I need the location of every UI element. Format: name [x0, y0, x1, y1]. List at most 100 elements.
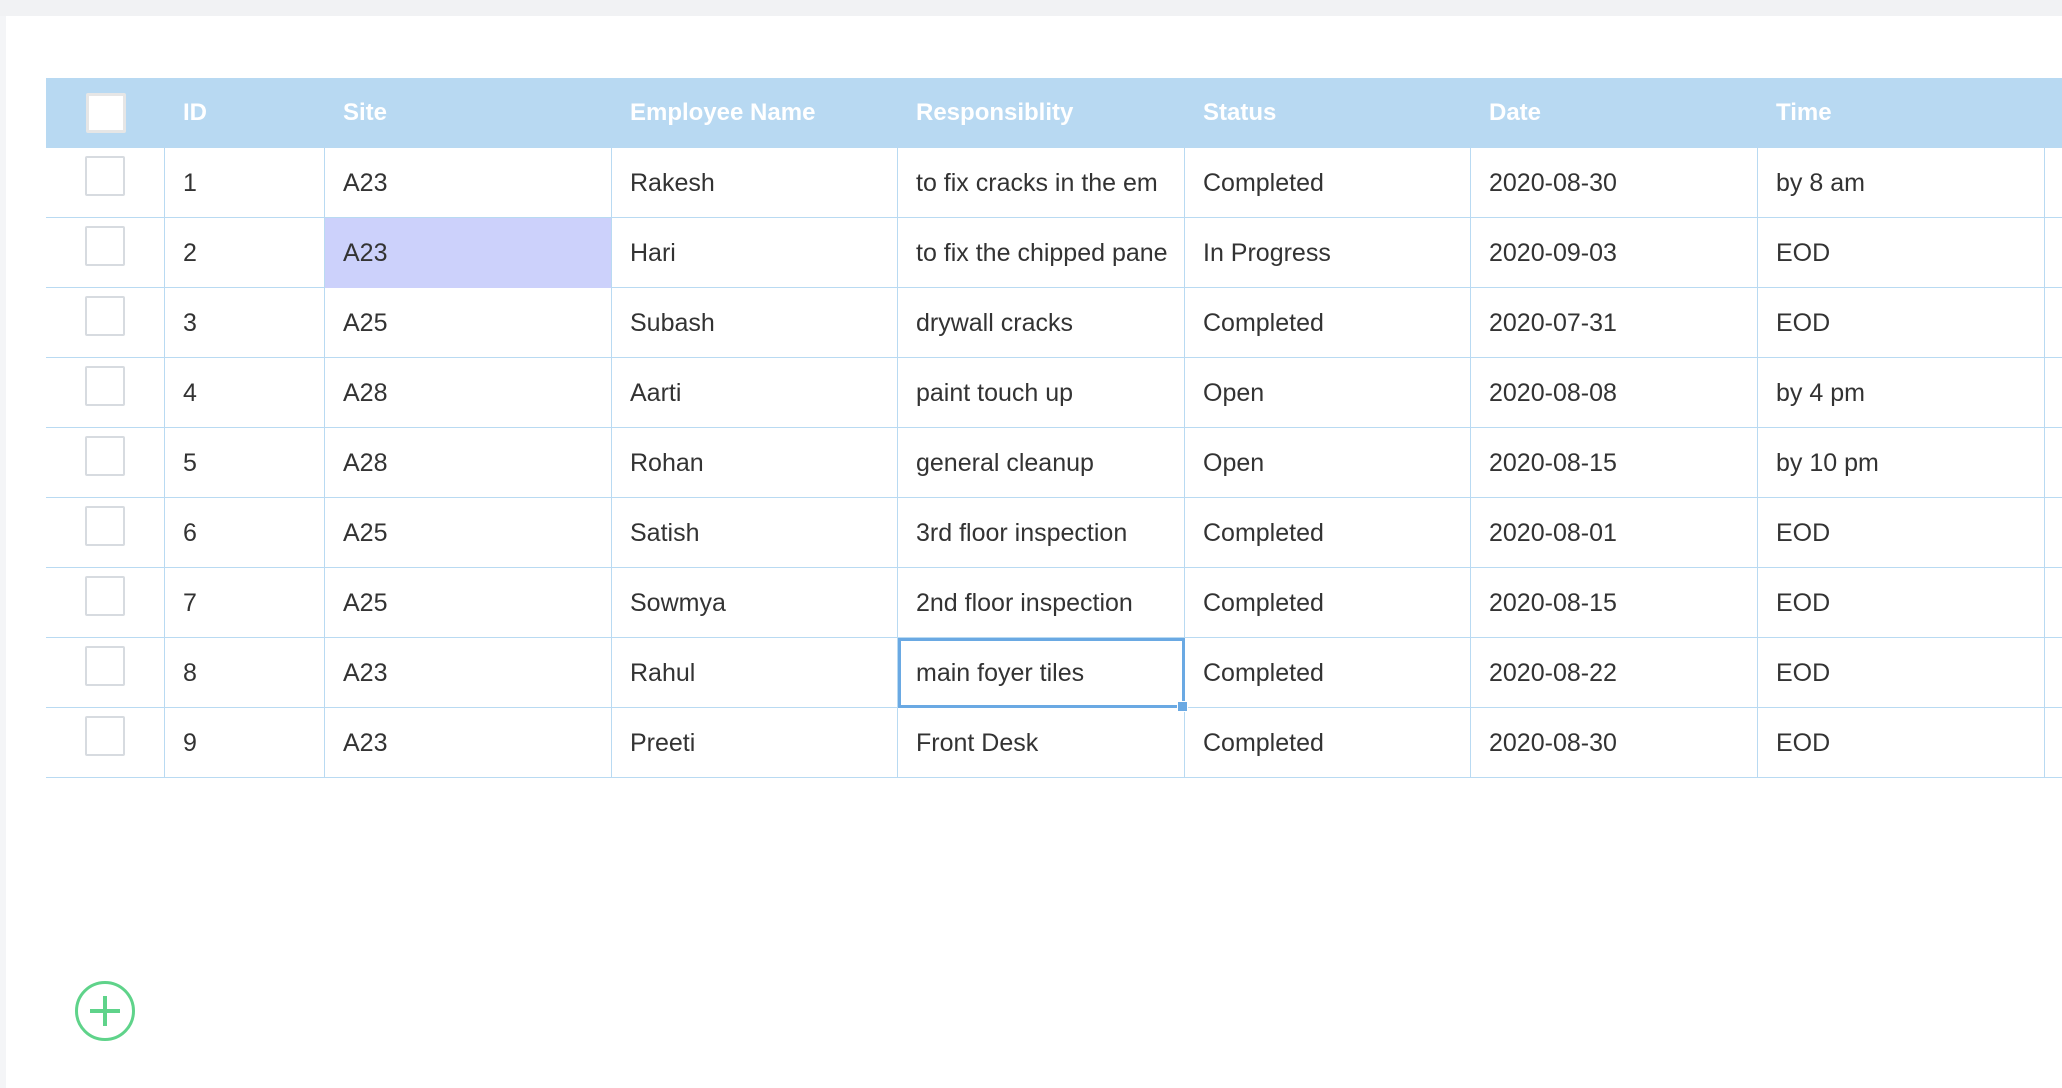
- row-checkbox[interactable]: [85, 716, 125, 756]
- cell-status[interactable]: Completed: [1185, 568, 1471, 638]
- grid-body: 1 A23 Rakesh to fix cracks in the em Complet…: [46, 148, 2062, 778]
- cell-status[interactable]: Completed: [1185, 498, 1471, 568]
- table-row: 3 A25 Subash drywall cracks Completed 2020-07…: [46, 288, 2062, 358]
- cell-date[interactable]: 2020-08-01: [1471, 498, 1758, 568]
- cell-id[interactable]: 7: [165, 568, 325, 638]
- cell-responsibility[interactable]: 2nd floor inspection: [898, 568, 1185, 638]
- row-checkbox[interactable]: [85, 436, 125, 476]
- table-row: 5 A28 Rohan general cleanup Open 2020-08-15 by…: [46, 428, 2062, 498]
- cell-date[interactable]: 2020-09-03: [1471, 218, 1758, 288]
- cell-responsibility[interactable]: general cleanup: [898, 428, 1185, 498]
- cell-status[interactable]: Open: [1185, 358, 1471, 428]
- cell-time[interactable]: by 10 pm: [1758, 428, 2045, 498]
- cell-employee-name[interactable]: Aarti: [612, 358, 898, 428]
- cell-employee-name[interactable]: Preeti: [612, 708, 898, 778]
- cell-id[interactable]: 6: [165, 498, 325, 568]
- cell-responsibility[interactable]: to fix the chipped pane: [898, 218, 1185, 288]
- cell-id[interactable]: 5: [165, 428, 325, 498]
- cell-responsibility[interactable]: main foyer tiles: [898, 638, 1188, 712]
- row-checkbox[interactable]: [85, 506, 125, 546]
- cell-site[interactable]: A28: [325, 358, 612, 428]
- cell-date[interactable]: 2020-08-30: [1471, 708, 1758, 778]
- cell-time[interactable]: by 8 am: [1758, 148, 2045, 218]
- cell-id[interactable]: 8: [165, 638, 325, 708]
- cell-site[interactable]: A25: [325, 288, 612, 358]
- column-header-employee-name[interactable]: Employee Name: [612, 78, 898, 148]
- cell-site[interactable]: A28: [325, 428, 612, 498]
- cell-site[interactable]: A23: [325, 638, 612, 708]
- fill-handle[interactable]: [1177, 701, 1188, 712]
- row-checkbox[interactable]: [85, 156, 125, 196]
- row-checkbox[interactable]: [85, 576, 125, 616]
- cell-employee-name[interactable]: Hari: [612, 218, 898, 288]
- row-checkbox[interactable]: [85, 366, 125, 406]
- data-grid: ID Site Employee Name Responsiblity Stat…: [46, 78, 2062, 778]
- column-header-status[interactable]: Status: [1185, 78, 1471, 148]
- cell-responsibility[interactable]: paint touch up: [898, 358, 1185, 428]
- column-header-responsibility[interactable]: Responsiblity: [898, 78, 1185, 148]
- cell-time[interactable]: EOD: [1758, 218, 2045, 288]
- cell-id[interactable]: 2: [165, 218, 325, 288]
- cell-employee-name[interactable]: Sowmya: [612, 568, 898, 638]
- cell-responsibility[interactable]: 3rd floor inspection: [898, 498, 1185, 568]
- column-header-overflow: [2045, 78, 2062, 148]
- row-checkbox-cell: [46, 148, 165, 218]
- cell-employee-name[interactable]: Satish: [612, 498, 898, 568]
- row-checkbox-cell: [46, 428, 165, 498]
- row-checkbox-cell: [46, 358, 165, 428]
- cell-employee-name[interactable]: Subash: [612, 288, 898, 358]
- cell-time[interactable]: EOD: [1758, 498, 2045, 568]
- cell-date[interactable]: 2020-08-15: [1471, 428, 1758, 498]
- cell-responsibility[interactable]: to fix cracks in the em: [898, 148, 1185, 218]
- cell-overflow: [2045, 638, 2062, 708]
- row-checkbox-cell: [46, 498, 165, 568]
- cell-date[interactable]: 2020-08-22: [1471, 638, 1758, 708]
- cell-employee-name[interactable]: Rahul: [612, 638, 898, 708]
- cell-status[interactable]: Open: [1185, 428, 1471, 498]
- cell-time[interactable]: EOD: [1758, 708, 2045, 778]
- cell-responsibility[interactable]: Front Desk: [898, 708, 1185, 778]
- top-toolbar-strip: [0, 0, 2062, 16]
- cell-site[interactable]: A25: [325, 568, 612, 638]
- column-header-id[interactable]: ID: [165, 78, 325, 148]
- cell-status[interactable]: Completed: [1185, 638, 1471, 708]
- cell-time[interactable]: EOD: [1758, 638, 2045, 708]
- table-row: 2 A23 Hari to fix the chipped pane In Progre…: [46, 218, 2062, 288]
- cell-site[interactable]: A23: [325, 708, 612, 778]
- row-checkbox-cell: [46, 568, 165, 638]
- cell-overflow: [2045, 148, 2062, 218]
- cell-date[interactable]: 2020-08-08: [1471, 358, 1758, 428]
- cell-date[interactable]: 2020-08-30: [1471, 148, 1758, 218]
- column-header-site[interactable]: Site: [325, 78, 612, 148]
- cell-time[interactable]: EOD: [1758, 568, 2045, 638]
- cell-site[interactable]: A25: [325, 498, 612, 568]
- row-checkbox[interactable]: [85, 646, 125, 686]
- cell-status[interactable]: Completed: [1185, 148, 1471, 218]
- cell-overflow: [2045, 358, 2062, 428]
- cell-time[interactable]: EOD: [1758, 288, 2045, 358]
- cell-employee-name[interactable]: Rohan: [612, 428, 898, 498]
- add-row-button[interactable]: [75, 981, 135, 1041]
- column-header-time[interactable]: Time: [1758, 78, 2045, 148]
- cell-date[interactable]: 2020-07-31: [1471, 288, 1758, 358]
- cell-id[interactable]: 9: [165, 708, 325, 778]
- row-checkbox[interactable]: [85, 226, 125, 266]
- cell-date[interactable]: 2020-08-15: [1471, 568, 1758, 638]
- cell-employee-name[interactable]: Rakesh: [612, 148, 898, 218]
- cell-status[interactable]: In Progress: [1185, 218, 1471, 288]
- cell-site[interactable]: A23: [325, 218, 612, 288]
- row-checkbox[interactable]: [85, 296, 125, 336]
- column-header-date[interactable]: Date: [1471, 78, 1758, 148]
- cell-site[interactable]: A23: [325, 148, 612, 218]
- cell-status[interactable]: Completed: [1185, 708, 1471, 778]
- header-row: ID Site Employee Name Responsiblity Stat…: [46, 78, 2062, 148]
- cell-id[interactable]: 4: [165, 358, 325, 428]
- cell-id[interactable]: 1: [165, 148, 325, 218]
- row-checkbox-cell: [46, 288, 165, 358]
- cell-status[interactable]: Completed: [1185, 288, 1471, 358]
- cell-responsibility[interactable]: drywall cracks: [898, 288, 1185, 358]
- select-all-checkbox[interactable]: [85, 93, 126, 133]
- cell-time[interactable]: by 4 pm: [1758, 358, 2045, 428]
- cell-id[interactable]: 3: [165, 288, 325, 358]
- table-row: 9 A23 Preeti Front Desk Completed 2020-08-30 E…: [46, 708, 2062, 778]
